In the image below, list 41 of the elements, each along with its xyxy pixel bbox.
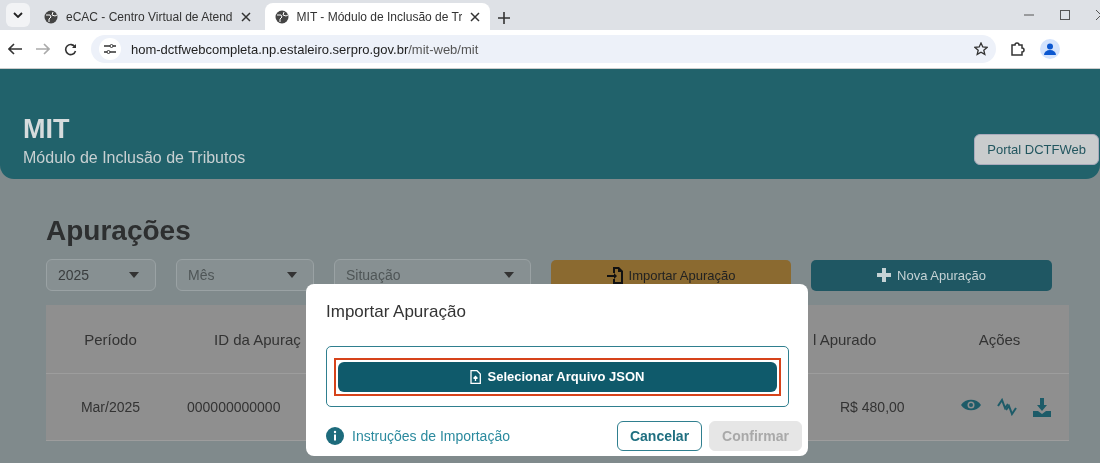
profile-avatar[interactable] — [1040, 39, 1060, 59]
site-settings-icon[interactable] — [104, 44, 116, 54]
table-cell-text: 000000000000 — [186, 399, 282, 415]
column-header: l Apurado — [812, 330, 878, 348]
table-cell-text: R$ 480,00 — [839, 399, 906, 415]
star-icon[interactable] — [974, 42, 988, 56]
globe-icon — [44, 9, 58, 24]
globe-icon — [274, 9, 289, 24]
close-icon[interactable] — [240, 11, 251, 22]
column-header: Ações — [977, 330, 1022, 348]
file-upload-icon — [470, 369, 482, 384]
reload-icon[interactable] — [64, 42, 77, 56]
chevron-down-icon — [13, 12, 23, 18]
dialog-title: Importar Apuração — [326, 302, 467, 322]
browser-tab[interactable]: eCAC - Centro Virtual de Atend — [34, 3, 261, 30]
maximize-icon[interactable] — [1060, 10, 1070, 20]
select-file-button[interactable]: Selecionar Arquivo JSON — [338, 361, 777, 392]
info-icon — [326, 427, 344, 445]
table-cell-text: Mar/2025 — [79, 399, 142, 415]
portal-button[interactable]: Portal DCTFWeb — [974, 134, 1099, 165]
back-icon[interactable] — [8, 43, 22, 55]
plus-icon — [877, 268, 892, 282]
address-bar[interactable]: hom-dctfwebcompleta.np.estaleiro.serpro.gov.br/mit-web/mit — [91, 35, 996, 63]
file-import-icon — [606, 266, 623, 284]
caret-icon — [287, 272, 297, 278]
new-tab-icon[interactable] — [498, 12, 511, 24]
instructions-link[interactable]: Instruções de Importação — [352, 428, 510, 444]
caret-icon — [504, 272, 514, 278]
app-title: MIT — [23, 114, 71, 145]
cancel-button[interactable]: Cancelar — [616, 421, 703, 451]
close-icon[interactable] — [470, 11, 481, 22]
new-button[interactable]: Nova Apuração — [811, 259, 1052, 291]
tab-search-button[interactable] — [6, 3, 30, 27]
caret-icon — [129, 272, 139, 278]
column-header: ID da Apuraç — [213, 330, 302, 348]
app-subtitle: Módulo de Inclusão de Tributos — [23, 149, 246, 167]
browser-tab[interactable]: MIT - Módulo de Inclusão de Tr — [264, 3, 491, 30]
column-header: Período — [83, 330, 138, 348]
filter-select[interactable]: 2025 — [46, 259, 156, 291]
page-heading: Apurações — [46, 215, 192, 247]
puzzle-icon[interactable] — [1010, 41, 1026, 57]
